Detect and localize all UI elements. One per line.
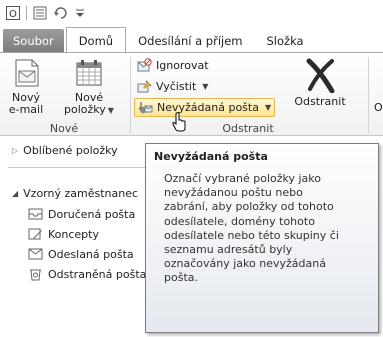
- folder-item[interactable]: Odstraněná pošta: [28, 267, 146, 281]
- new-items-label-2: položky: [64, 103, 106, 116]
- tooltip-body: Označí vybrané položky jako nevyžádanou …: [164, 172, 370, 286]
- calendar-icon: [73, 57, 105, 89]
- new-items-button[interactable]: Nové položky ▼: [60, 57, 118, 117]
- chevron-down-icon: ◢: [12, 189, 19, 198]
- clean-up-icon: [137, 79, 152, 94]
- folder-item[interactable]: Odeslaná pošta: [28, 247, 134, 261]
- favorites-header[interactable]: ▷ Oblíbené položky: [12, 144, 118, 157]
- nav-separator: [8, 167, 146, 168]
- ignore-label: Ignorovat: [156, 59, 209, 72]
- inbox-icon: [28, 207, 43, 221]
- tooltip-line: označovány jako nevyžádaná: [164, 257, 326, 271]
- folder-label: Doručená pošta: [48, 207, 136, 221]
- quick-access-toolbar: O: [0, 0, 383, 26]
- svg-text:O: O: [9, 9, 17, 20]
- account-label: Vzorný zaměstnanec: [23, 187, 139, 200]
- group-delete: Ignorovat Vyčistit ▼ Nevyžádaná pošta ▼ …: [132, 53, 364, 137]
- tooltip-line: Označí vybrané položky jako: [164, 172, 322, 185]
- undo-icon[interactable]: [53, 6, 67, 20]
- group-new: Nový e-mail Nové položky ▼ Nové: [0, 53, 128, 137]
- junk-tooltip: Nevyžádaná pošta Označí vybrané položky …: [145, 143, 379, 333]
- ribbon-tabs: Soubor Domů Odesílání a příjem Složka: [0, 27, 383, 53]
- next-group-partial-label: O: [374, 101, 383, 114]
- clean-up-button[interactable]: Vyčistit ▼: [134, 77, 211, 96]
- account-header[interactable]: ◢ Vzorný zaměstnanec: [12, 187, 138, 200]
- tooltip-line: nevyžádanou poštu nebo: [164, 186, 303, 200]
- delete-button[interactable]: Odstranit: [288, 57, 352, 108]
- new-email-label-2: e-mail: [8, 103, 44, 116]
- tooltip-line: zabrání, aby položky od tohoto: [164, 200, 334, 214]
- chevron-right-icon: ▷: [12, 146, 19, 155]
- delete-label: Odstranit: [294, 95, 346, 108]
- send-receive-icon[interactable]: [33, 6, 47, 20]
- delete-x-icon: [302, 57, 338, 94]
- tooltip-line: odesílatele, domény tohoto: [164, 214, 315, 228]
- ribbon: Nový e-mail Nové položky ▼ Nové Ignorovat…: [0, 52, 383, 136]
- favorites-label: Oblíbené položky: [23, 144, 118, 157]
- group-new-label: Nové: [49, 122, 79, 135]
- group-delete-label: Odstranit: [222, 122, 274, 135]
- chevron-down-icon: ▼: [202, 82, 209, 91]
- new-email-icon: [10, 57, 42, 89]
- folder-item[interactable]: Koncepty: [28, 227, 99, 241]
- folder-label: Odstraněná pošta: [48, 267, 147, 281]
- ignore-icon: [137, 58, 152, 73]
- outlook-logo-icon: O: [6, 6, 20, 20]
- tooltip-title: Nevyžádaná pošta: [154, 150, 268, 163]
- ignore-button[interactable]: Ignorovat: [134, 56, 212, 75]
- folder-item[interactable]: Doručená pošta: [28, 207, 135, 221]
- group-separator: [130, 57, 131, 133]
- tooltip-line: pošta.: [164, 271, 198, 285]
- junk-icon: [138, 100, 153, 115]
- drafts-icon: [28, 227, 43, 241]
- chevron-down-icon: ▼: [264, 103, 272, 112]
- tooltip-line: seznamu adresátů byly: [164, 243, 293, 257]
- tooltip-line: odesílatele nebo této skupiny či: [164, 228, 339, 242]
- clean-up-label: Vyčistit: [156, 80, 197, 93]
- deleted-icon: [28, 267, 43, 281]
- chevron-down-icon: ▼: [107, 106, 114, 115]
- tab-home[interactable]: Domů: [65, 27, 127, 53]
- tab-file[interactable]: Soubor: [3, 29, 64, 53]
- new-email-button[interactable]: Nový e-mail: [4, 57, 48, 116]
- qat-separator: [26, 6, 27, 20]
- folder-label: Koncepty: [48, 227, 99, 241]
- tab-send-receive[interactable]: Odesílání a příjem: [126, 29, 254, 53]
- sent-icon: [28, 247, 43, 261]
- junk-button[interactable]: Nevyžádaná pošta ▼: [134, 98, 276, 117]
- customize-icon[interactable]: [73, 6, 87, 20]
- tab-folder[interactable]: Složka: [255, 29, 316, 53]
- folder-label: Odeslaná pošta: [48, 247, 134, 261]
- group-separator: [368, 57, 369, 133]
